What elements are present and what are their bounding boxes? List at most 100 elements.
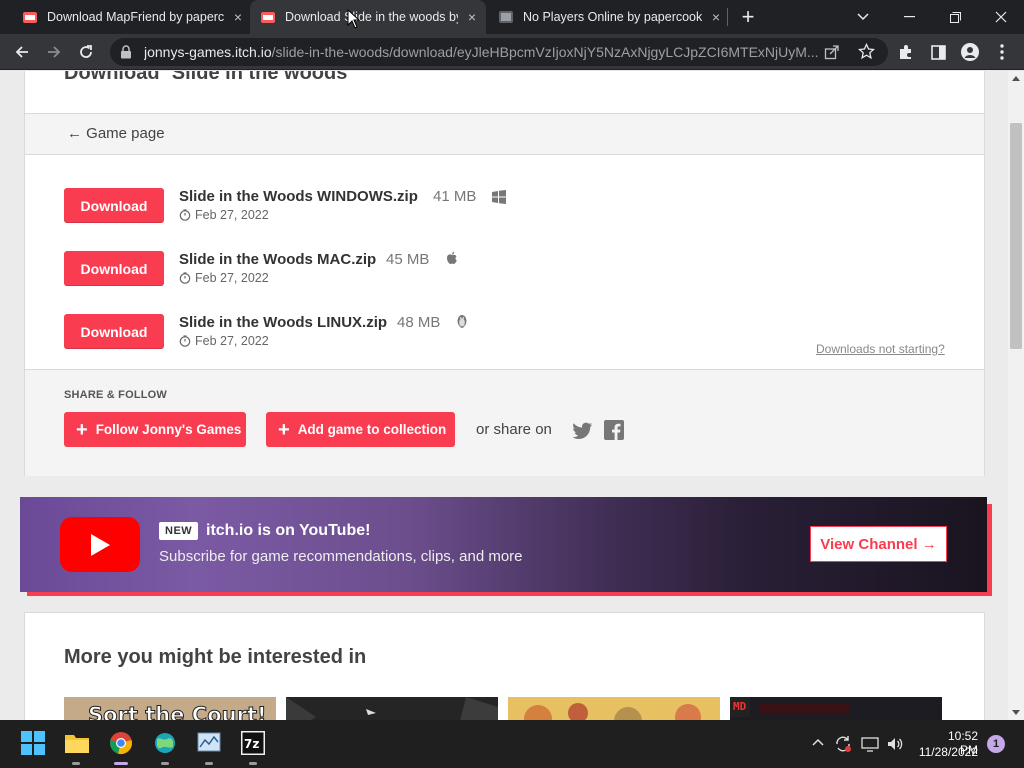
file-date: Feb 27, 2022 bbox=[179, 208, 269, 222]
forward-button[interactable] bbox=[40, 38, 68, 66]
puzzle-piece-icon bbox=[900, 45, 911, 59]
tab-close-icon[interactable]: × bbox=[708, 9, 724, 25]
thumbnail-logo-text: MD bbox=[733, 700, 747, 713]
restore-button[interactable] bbox=[932, 0, 978, 34]
7zip-taskbar-button[interactable]: 7z bbox=[240, 730, 266, 756]
windows-icon bbox=[492, 190, 506, 204]
url-text[interactable]: jonnys-games.itch.io/slide-in-the-woods/… bbox=[144, 44, 824, 60]
sync-icon[interactable] bbox=[834, 735, 852, 753]
file-size: 48 MB bbox=[397, 314, 441, 331]
tab-title: No Players Online by papercooki bbox=[523, 10, 702, 24]
downloads-not-starting-link[interactable]: Downloads not starting? bbox=[816, 342, 945, 356]
youtube-banner[interactable]: NEW itch.io is on YouTube! Subscribe for… bbox=[20, 497, 987, 592]
page-viewport: Download “Slide in the woods” ← Game pag… bbox=[0, 71, 1008, 720]
scrollbar-thumb[interactable] bbox=[1010, 123, 1022, 349]
chevron-down-icon bbox=[857, 13, 869, 21]
file-name: Slide in the Woods WINDOWS.zip bbox=[179, 188, 418, 205]
windows-taskbar: 7z 10:52 PM 11/28/2022 1 bbox=[0, 720, 1024, 768]
file-date-text: Feb 27, 2022 bbox=[195, 208, 269, 222]
chevron-up-icon[interactable] bbox=[812, 738, 824, 746]
bookmark-star-icon[interactable] bbox=[858, 43, 875, 60]
game-thumbnail[interactable]: Sort the Court! bbox=[64, 697, 276, 720]
dark-red-game-thumbnail-art bbox=[730, 697, 942, 720]
share-page-icon[interactable] bbox=[824, 44, 840, 60]
arrow-right-icon bbox=[48, 46, 61, 58]
tab-title: Download MapFriend by paperco bbox=[47, 10, 224, 24]
view-channel-button[interactable]: View Channel → bbox=[810, 526, 947, 562]
share-follow-section: SHARE & FOLLOW + Follow Jonny's Games + … bbox=[25, 369, 984, 476]
game-thumbnail[interactable] bbox=[286, 697, 498, 720]
close-window-button[interactable] bbox=[978, 0, 1024, 34]
youtube-logo-icon bbox=[60, 517, 140, 572]
notification-badge[interactable]: 1 bbox=[987, 735, 1005, 753]
twitter-icon[interactable] bbox=[573, 420, 593, 440]
thumbnail-title: Sort the Court! bbox=[88, 703, 268, 721]
download-mac-button[interactable]: Download bbox=[64, 251, 164, 286]
title-game-name: Slide in the woods bbox=[171, 71, 348, 84]
extensions-button[interactable] bbox=[892, 38, 920, 66]
or-share-on-text: or share on bbox=[476, 421, 552, 438]
monitor-app-taskbar-button[interactable] bbox=[196, 730, 222, 756]
tab-close-icon[interactable]: × bbox=[230, 9, 246, 25]
tab-slide-in-the-woods[interactable]: Download Slide in the woods by × bbox=[250, 0, 486, 34]
taskbar-running-indicator bbox=[205, 762, 213, 765]
network-display-icon[interactable] bbox=[861, 735, 879, 753]
itchio-favicon-icon bbox=[499, 11, 513, 23]
share-follow-label: SHARE & FOLLOW bbox=[64, 389, 168, 401]
tab-close-icon[interactable]: × bbox=[464, 9, 480, 25]
tab-search-button[interactable] bbox=[840, 0, 886, 34]
restore-icon bbox=[949, 11, 961, 23]
tab-mapfriend[interactable]: Download MapFriend by paperco × bbox=[14, 0, 246, 34]
reload-button[interactable] bbox=[72, 38, 100, 66]
minimize-icon bbox=[903, 16, 915, 18]
chrome-menu-button[interactable] bbox=[988, 38, 1016, 66]
scroll-up-arrow-icon[interactable] bbox=[1012, 76, 1020, 81]
follow-button[interactable]: + Follow Jonny's Games bbox=[64, 412, 246, 447]
clock-icon bbox=[179, 335, 191, 347]
itchio-favicon-icon bbox=[261, 12, 275, 23]
game-thumbnail[interactable] bbox=[508, 697, 720, 720]
taskbar-running-indicator bbox=[249, 762, 257, 765]
clock-icon bbox=[179, 272, 191, 284]
add-to-collection-label: Add game to collection bbox=[297, 422, 447, 437]
apple-icon bbox=[447, 251, 457, 264]
game-page-bar: ← Game page bbox=[25, 113, 984, 155]
volume-icon[interactable] bbox=[886, 735, 904, 753]
url-host: jonnys-games.itch.io bbox=[144, 44, 272, 60]
itchio-favicon-icon bbox=[23, 12, 37, 23]
mouse-cursor-icon bbox=[347, 9, 361, 29]
taskbar-active-indicator bbox=[114, 762, 128, 765]
taskbar-running-indicator bbox=[161, 762, 169, 765]
taskbar-running-indicator bbox=[72, 762, 80, 765]
svg-text:7z: 7z bbox=[244, 737, 259, 751]
back-button[interactable] bbox=[8, 38, 36, 66]
colorful-game-thumbnail-art bbox=[508, 697, 720, 720]
download-windows-button[interactable]: Download bbox=[64, 188, 164, 223]
7zip-icon: 7z bbox=[241, 731, 265, 755]
download-linux-button[interactable]: Download bbox=[64, 314, 164, 349]
page-scrollbar[interactable] bbox=[1008, 71, 1024, 720]
chrome-taskbar-button[interactable] bbox=[108, 730, 134, 756]
linux-icon bbox=[457, 315, 467, 328]
youtube-headline: itch.io is on YouTube! bbox=[206, 522, 371, 539]
minimize-button[interactable] bbox=[886, 0, 932, 34]
address-bar[interactable]: jonnys-games.itch.io/slide-in-the-woods/… bbox=[110, 38, 888, 66]
app-taskbar-button[interactable] bbox=[152, 730, 178, 756]
game-thumbnail[interactable]: MD bbox=[730, 697, 942, 720]
close-icon bbox=[995, 11, 1007, 23]
new-badge: NEW bbox=[159, 522, 199, 540]
dark-game-thumbnail-art bbox=[286, 697, 498, 720]
start-button[interactable] bbox=[20, 730, 46, 756]
facebook-icon[interactable] bbox=[604, 420, 624, 440]
game-page-link[interactable]: ← Game page bbox=[67, 125, 165, 142]
side-panel-button[interactable] bbox=[924, 38, 952, 66]
tab-no-players-online[interactable]: No Players Online by papercooki × bbox=[490, 0, 724, 34]
profile-button[interactable] bbox=[956, 38, 984, 66]
file-explorer-button[interactable] bbox=[64, 730, 90, 756]
chart-app-icon bbox=[197, 732, 221, 752]
scroll-down-arrow-icon[interactable] bbox=[1012, 710, 1020, 715]
new-tab-button[interactable]: + bbox=[736, 4, 760, 29]
clock-date[interactable]: 11/28/2022 bbox=[912, 745, 978, 759]
add-to-collection-button[interactable]: + Add game to collection bbox=[266, 412, 455, 447]
plus-icon: + bbox=[76, 418, 88, 441]
